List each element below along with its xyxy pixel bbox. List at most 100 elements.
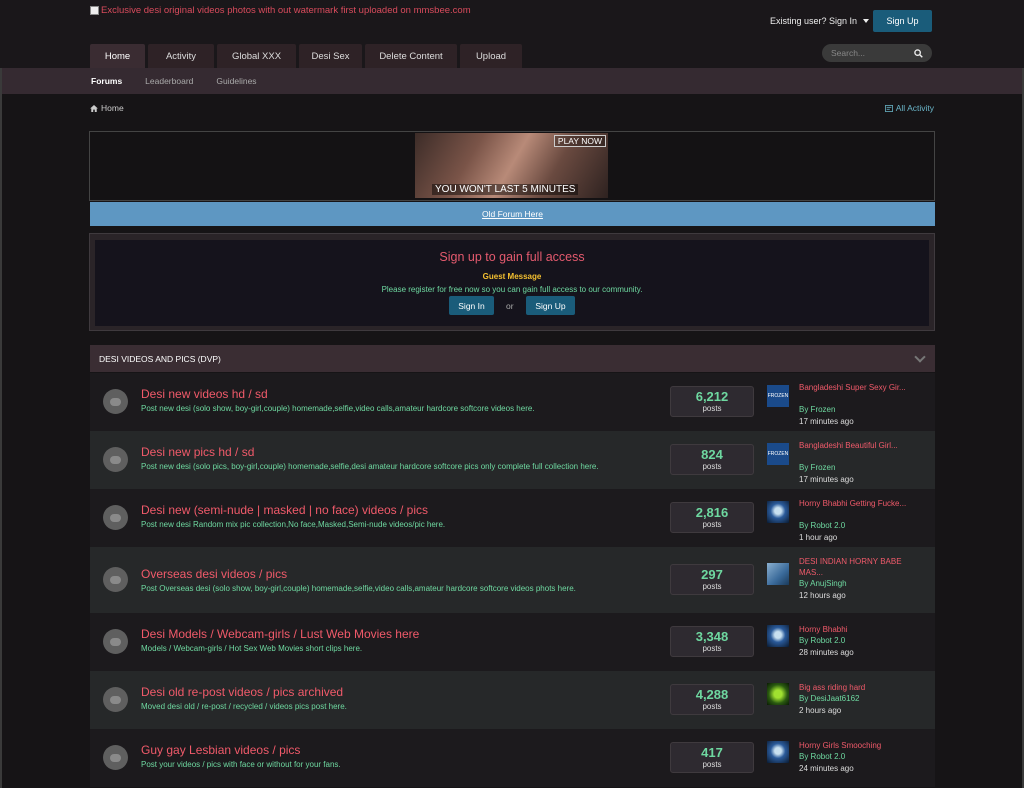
forum-status-icon (103, 447, 128, 472)
tab-home[interactable]: Home (90, 44, 145, 68)
post-count-value: 3,348 (695, 629, 729, 644)
chat-bubble-icon (110, 397, 121, 406)
old-forum-link[interactable]: Old Forum Here (90, 202, 935, 226)
post-count: 2,816 posts (670, 502, 754, 533)
last-post-title[interactable]: Bangladeshi Super Sexy Gir... (799, 382, 924, 393)
last-post-author[interactable]: By Robot 2.0 (799, 752, 845, 761)
chat-bubble-icon (110, 513, 121, 522)
post-count: 824 posts (670, 444, 754, 475)
search-icon[interactable] (914, 48, 923, 58)
chevron-down-icon[interactable] (914, 350, 926, 363)
post-count-label: posts (702, 702, 722, 711)
avatar[interactable] (767, 625, 789, 647)
last-post-author[interactable]: By AnujSingh (799, 579, 847, 588)
forum-description: Post your videos / pics with face or wit… (141, 760, 341, 769)
post-count-label: posts (702, 462, 722, 471)
subnav-forums[interactable]: Forums (91, 76, 122, 86)
sign-in-dropdown[interactable]: Existing user? Sign In (770, 16, 870, 26)
post-count-value: 2,816 (695, 505, 729, 520)
last-post-time: 12 hours ago (799, 591, 846, 600)
tab-desi-sex[interactable]: Desi Sex (299, 44, 362, 68)
last-post-author[interactable]: By Frozen (799, 405, 835, 414)
search-input[interactable]: Search... (822, 44, 932, 62)
last-post-title[interactable]: Horny Girls Smooching (799, 740, 924, 751)
post-count: 4,288 posts (670, 684, 754, 715)
last-post-author[interactable]: By Robot 2.0 (799, 636, 845, 645)
notice-sign-up-button[interactable]: Sign Up (526, 296, 575, 315)
forum-status-icon (103, 629, 128, 654)
tab-activity[interactable]: Activity (148, 44, 214, 68)
breadcrumb: Home All Activity (0, 94, 1024, 122)
forum-description: Post new desi Random mix pic collection,… (141, 520, 446, 529)
subnav-leaderboard[interactable]: Leaderboard (145, 76, 193, 86)
avatar[interactable] (767, 741, 789, 763)
last-post-title[interactable]: DESI INDIAN HORNY BABE MAS... (799, 556, 924, 578)
post-count-value: 297 (701, 567, 723, 582)
tab-delete-content[interactable]: Delete Content (365, 44, 457, 68)
site-logo[interactable]: Exclusive desi original videos photos wi… (90, 5, 471, 16)
breadcrumb-home-label: Home (101, 103, 124, 113)
forum-description: Post new desi (solo pics, boy-girl,coupl… (141, 462, 599, 471)
forum-description: Models / Webcam-girls / Hot Sex Web Movi… (141, 644, 363, 653)
main-nav: Home Activity Global XXX Desi Sex Delete… (90, 44, 522, 68)
header-sign-up-button[interactable]: Sign Up (873, 10, 932, 32)
chat-bubble-icon (110, 637, 121, 646)
caret-down-icon (863, 19, 870, 23)
forum-title[interactable]: Desi new pics hd / sd (141, 445, 254, 459)
post-count: 3,348 posts (670, 626, 754, 657)
avatar[interactable] (767, 683, 789, 705)
tab-upload[interactable]: Upload (460, 44, 522, 68)
last-post-title[interactable]: Horny Bhabhi (799, 624, 924, 635)
chat-bubble-icon (110, 753, 121, 762)
last-post-time: 24 minutes ago (799, 764, 854, 773)
last-post-author[interactable]: By Robot 2.0 (799, 521, 845, 530)
post-count-value: 824 (701, 447, 723, 462)
tab-global-xxx[interactable]: Global XXX (217, 44, 296, 68)
forum-status-icon (103, 505, 128, 530)
forum-title[interactable]: Guy gay Lesbian videos / pics (141, 743, 300, 757)
last-post-title[interactable]: Horny Bhabhi Getting Fucke... (799, 498, 924, 509)
forum-row: Guy gay Lesbian videos / pics Post your v… (90, 729, 935, 787)
forum-title[interactable]: Desi new (semi-nude | masked | no face) … (141, 503, 428, 517)
avatar[interactable] (767, 563, 789, 585)
forum-title[interactable]: Desi new videos hd / sd (141, 387, 268, 401)
broken-image-icon (90, 6, 99, 15)
sub-nav: Forums Leaderboard Guidelines (0, 68, 1024, 94)
breadcrumb-home[interactable]: Home (90, 103, 124, 113)
notice-sign-in-button[interactable]: Sign In (449, 296, 494, 315)
post-count-label: posts (702, 582, 722, 591)
last-post-title[interactable]: Big ass riding hard (799, 682, 924, 693)
forum-row: Overseas desi videos / pics Post Overseas… (90, 547, 935, 613)
forum-row: Desi old re-post videos / pics archived M… (90, 671, 935, 729)
forum-description: Moved desi old / re-post / recycled / vi… (141, 702, 347, 711)
guest-message-label: Guest Message (482, 272, 542, 281)
forum-title[interactable]: Desi Models / Webcam-girls / Lust Web Mo… (141, 627, 419, 641)
post-count-label: posts (702, 404, 722, 413)
post-count-label: posts (702, 760, 722, 769)
home-icon (90, 104, 98, 112)
forum-row: Desi new videos hd / sd Post new desi (so… (90, 373, 935, 431)
last-post-time: 2 hours ago (799, 706, 842, 715)
site-header: Exclusive desi original videos photos wi… (0, 0, 1024, 68)
avatar[interactable]: FROZEN (767, 385, 789, 407)
ad-banner-image[interactable]: PLAY NOW YOU WON'T LAST 5 MINUTES (415, 133, 608, 198)
logo-alt-text: Exclusive desi original videos photos wi… (101, 5, 471, 16)
last-post-author[interactable]: By DesiJaat6162 (799, 694, 859, 703)
subnav-guidelines[interactable]: Guidelines (216, 76, 256, 86)
section-title: DESI VIDEOS AND PICS (DVP) (99, 353, 221, 364)
forum-status-icon (103, 567, 128, 592)
forum-status-icon (103, 687, 128, 712)
all-activity-link[interactable]: All Activity (884, 103, 934, 113)
avatar[interactable] (767, 501, 789, 523)
last-post-title[interactable]: Bangladeshi Beautiful Girl... (799, 440, 924, 451)
forum-title[interactable]: Desi old re-post videos / pics archived (141, 685, 343, 699)
last-post-time: 28 minutes ago (799, 648, 854, 657)
post-count-value: 417 (701, 745, 723, 760)
avatar[interactable]: FROZEN (767, 443, 789, 465)
forum-title[interactable]: Overseas desi videos / pics (141, 567, 287, 581)
activity-icon (884, 104, 893, 112)
last-post-author[interactable]: By Frozen (799, 463, 835, 472)
forum-status-icon (103, 389, 128, 414)
all-activity-label: All Activity (895, 103, 934, 113)
ad-play-label: PLAY NOW (553, 135, 606, 147)
